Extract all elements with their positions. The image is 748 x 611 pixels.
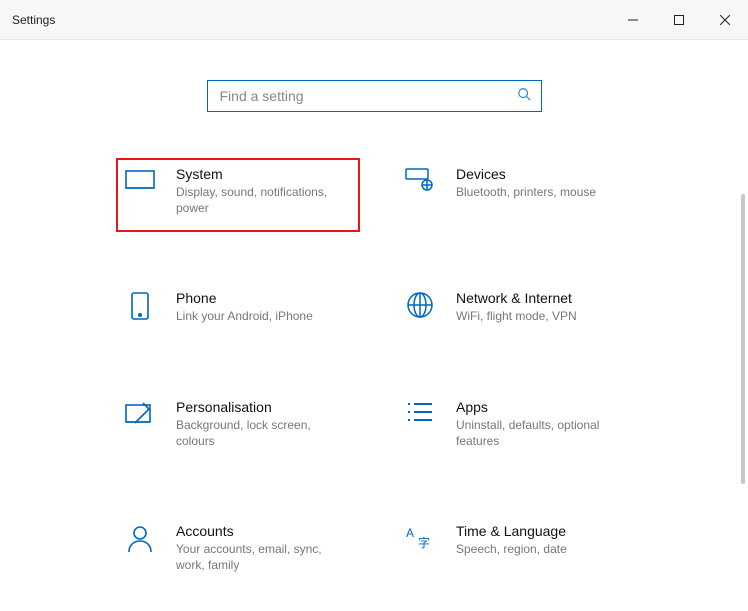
tile-desc: Bluetooth, printers, mouse: [456, 184, 596, 200]
tile-title: Personalisation: [176, 399, 346, 415]
minimize-button[interactable]: [610, 0, 656, 39]
tile-title: Apps: [456, 399, 626, 415]
search-input[interactable]: [218, 87, 517, 105]
tile-title: System: [176, 166, 346, 182]
content-area: System Display, sound, notifications, po…: [0, 80, 748, 611]
tile-title: Network & Internet: [456, 290, 577, 306]
tile-time[interactable]: A字 Time & Language Speech, region, date: [398, 517, 638, 587]
search-box[interactable]: [207, 80, 542, 112]
tile-desc: Uninstall, defaults, optional features: [456, 417, 626, 449]
tile-title: Time & Language: [456, 523, 567, 539]
apps-icon: [404, 399, 436, 449]
personalisation-icon: [124, 399, 156, 449]
phone-icon: [124, 290, 156, 324]
tile-accounts[interactable]: Accounts Your accounts, email, sync, wor…: [118, 517, 358, 587]
window-title: Settings: [12, 13, 55, 27]
tile-desc: Link your Android, iPhone: [176, 308, 313, 324]
time-language-icon: A字: [404, 523, 436, 573]
tile-apps[interactable]: Apps Uninstall, defaults, optional featu…: [398, 393, 638, 463]
settings-grid: System Display, sound, notifications, po…: [118, 160, 748, 587]
tile-desc: WiFi, flight mode, VPN: [456, 308, 577, 324]
devices-icon: [404, 166, 436, 216]
close-button[interactable]: [702, 0, 748, 39]
tile-phone[interactable]: Phone Link your Android, iPhone: [118, 284, 358, 338]
accounts-icon: [124, 523, 156, 573]
tile-network[interactable]: Network & Internet WiFi, flight mode, VP…: [398, 284, 638, 338]
globe-icon: [404, 290, 436, 324]
titlebar: Settings: [0, 0, 748, 40]
window-controls: [610, 0, 748, 39]
tile-title: Accounts: [176, 523, 346, 539]
svg-text:字: 字: [418, 535, 430, 550]
tile-desc: Your accounts, email, sync, work, family: [176, 541, 346, 573]
maximize-button[interactable]: [656, 0, 702, 39]
scrollbar-thumb[interactable]: [741, 194, 745, 484]
svg-text:A: A: [406, 526, 414, 540]
tile-system[interactable]: System Display, sound, notifications, po…: [116, 158, 360, 232]
tile-title: Phone: [176, 290, 313, 306]
search-icon: [517, 87, 531, 106]
tile-devices[interactable]: Devices Bluetooth, printers, mouse: [398, 160, 638, 230]
tile-desc: Display, sound, notifications, power: [176, 184, 346, 216]
system-icon: [124, 166, 156, 216]
tile-desc: Background, lock screen, colours: [176, 417, 346, 449]
tile-title: Devices: [456, 166, 596, 182]
tile-personalisation[interactable]: Personalisation Background, lock screen,…: [118, 393, 358, 463]
tile-desc: Speech, region, date: [456, 541, 567, 557]
